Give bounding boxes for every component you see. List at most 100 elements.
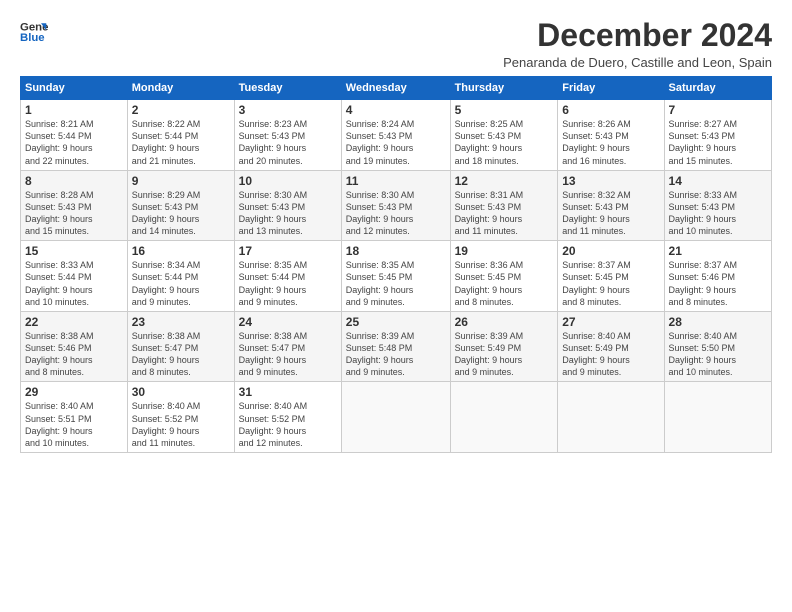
day-number: 15 [25,244,123,258]
header-wednesday: Wednesday [341,77,450,100]
table-row: 5Sunrise: 8:25 AM Sunset: 5:43 PM Daylig… [450,100,558,171]
table-row [558,382,664,453]
day-number: 7 [669,103,767,117]
day-number: 29 [25,385,123,399]
day-number: 26 [455,315,554,329]
day-info: Sunrise: 8:34 AM Sunset: 5:44 PM Dayligh… [132,259,230,308]
table-row: 4Sunrise: 8:24 AM Sunset: 5:43 PM Daylig… [341,100,450,171]
table-row: 15Sunrise: 8:33 AM Sunset: 5:44 PM Dayli… [21,241,128,312]
table-row: 20Sunrise: 8:37 AM Sunset: 5:45 PM Dayli… [558,241,664,312]
header-thursday: Thursday [450,77,558,100]
day-number: 12 [455,174,554,188]
day-info: Sunrise: 8:30 AM Sunset: 5:43 PM Dayligh… [346,189,446,238]
table-row [341,382,450,453]
day-number: 28 [669,315,767,329]
day-number: 22 [25,315,123,329]
day-number: 11 [346,174,446,188]
day-info: Sunrise: 8:23 AM Sunset: 5:43 PM Dayligh… [239,118,337,167]
day-info: Sunrise: 8:21 AM Sunset: 5:44 PM Dayligh… [25,118,123,167]
day-info: Sunrise: 8:36 AM Sunset: 5:45 PM Dayligh… [455,259,554,308]
day-info: Sunrise: 8:30 AM Sunset: 5:43 PM Dayligh… [239,189,337,238]
day-number: 9 [132,174,230,188]
day-info: Sunrise: 8:37 AM Sunset: 5:45 PM Dayligh… [562,259,659,308]
table-row: 25Sunrise: 8:39 AM Sunset: 5:48 PM Dayli… [341,311,450,382]
day-number: 6 [562,103,659,117]
table-row: 3Sunrise: 8:23 AM Sunset: 5:43 PM Daylig… [234,100,341,171]
calendar-week-row: 22Sunrise: 8:38 AM Sunset: 5:46 PM Dayli… [21,311,772,382]
day-number: 8 [25,174,123,188]
day-info: Sunrise: 8:38 AM Sunset: 5:46 PM Dayligh… [25,330,123,379]
header-friday: Friday [558,77,664,100]
table-row [450,382,558,453]
day-info: Sunrise: 8:37 AM Sunset: 5:46 PM Dayligh… [669,259,767,308]
day-number: 17 [239,244,337,258]
day-number: 27 [562,315,659,329]
table-row: 21Sunrise: 8:37 AM Sunset: 5:46 PM Dayli… [664,241,771,312]
table-row: 12Sunrise: 8:31 AM Sunset: 5:43 PM Dayli… [450,170,558,241]
day-info: Sunrise: 8:35 AM Sunset: 5:44 PM Dayligh… [239,259,337,308]
day-info: Sunrise: 8:40 AM Sunset: 5:49 PM Dayligh… [562,330,659,379]
day-info: Sunrise: 8:35 AM Sunset: 5:45 PM Dayligh… [346,259,446,308]
page-header: General Blue December 2024 Penaranda de … [20,18,772,70]
day-number: 19 [455,244,554,258]
day-info: Sunrise: 8:38 AM Sunset: 5:47 PM Dayligh… [132,330,230,379]
table-row: 9Sunrise: 8:29 AM Sunset: 5:43 PM Daylig… [127,170,234,241]
day-number: 18 [346,244,446,258]
table-row: 8Sunrise: 8:28 AM Sunset: 5:43 PM Daylig… [21,170,128,241]
day-info: Sunrise: 8:40 AM Sunset: 5:52 PM Dayligh… [239,400,337,449]
table-row: 26Sunrise: 8:39 AM Sunset: 5:49 PM Dayli… [450,311,558,382]
calendar-week-row: 8Sunrise: 8:28 AM Sunset: 5:43 PM Daylig… [21,170,772,241]
day-info: Sunrise: 8:26 AM Sunset: 5:43 PM Dayligh… [562,118,659,167]
day-number: 23 [132,315,230,329]
day-number: 31 [239,385,337,399]
day-number: 3 [239,103,337,117]
day-number: 25 [346,315,446,329]
day-info: Sunrise: 8:39 AM Sunset: 5:49 PM Dayligh… [455,330,554,379]
logo-icon: General Blue [20,18,48,46]
table-row: 22Sunrise: 8:38 AM Sunset: 5:46 PM Dayli… [21,311,128,382]
day-info: Sunrise: 8:28 AM Sunset: 5:43 PM Dayligh… [25,189,123,238]
day-info: Sunrise: 8:40 AM Sunset: 5:52 PM Dayligh… [132,400,230,449]
day-number: 21 [669,244,767,258]
table-row: 27Sunrise: 8:40 AM Sunset: 5:49 PM Dayli… [558,311,664,382]
table-row: 17Sunrise: 8:35 AM Sunset: 5:44 PM Dayli… [234,241,341,312]
day-number: 24 [239,315,337,329]
table-row: 10Sunrise: 8:30 AM Sunset: 5:43 PM Dayli… [234,170,341,241]
day-number: 4 [346,103,446,117]
day-info: Sunrise: 8:27 AM Sunset: 5:43 PM Dayligh… [669,118,767,167]
title-section: December 2024 Penaranda de Duero, Castil… [503,18,772,70]
table-row: 1Sunrise: 8:21 AM Sunset: 5:44 PM Daylig… [21,100,128,171]
day-info: Sunrise: 8:33 AM Sunset: 5:44 PM Dayligh… [25,259,123,308]
header-tuesday: Tuesday [234,77,341,100]
header-monday: Monday [127,77,234,100]
calendar-week-row: 15Sunrise: 8:33 AM Sunset: 5:44 PM Dayli… [21,241,772,312]
day-number: 16 [132,244,230,258]
day-info: Sunrise: 8:29 AM Sunset: 5:43 PM Dayligh… [132,189,230,238]
day-info: Sunrise: 8:25 AM Sunset: 5:43 PM Dayligh… [455,118,554,167]
table-row: 13Sunrise: 8:32 AM Sunset: 5:43 PM Dayli… [558,170,664,241]
table-row: 23Sunrise: 8:38 AM Sunset: 5:47 PM Dayli… [127,311,234,382]
table-row: 31Sunrise: 8:40 AM Sunset: 5:52 PM Dayli… [234,382,341,453]
table-row: 30Sunrise: 8:40 AM Sunset: 5:52 PM Dayli… [127,382,234,453]
logo: General Blue [20,18,48,46]
day-info: Sunrise: 8:33 AM Sunset: 5:43 PM Dayligh… [669,189,767,238]
day-info: Sunrise: 8:40 AM Sunset: 5:51 PM Dayligh… [25,400,123,449]
day-info: Sunrise: 8:40 AM Sunset: 5:50 PM Dayligh… [669,330,767,379]
day-info: Sunrise: 8:24 AM Sunset: 5:43 PM Dayligh… [346,118,446,167]
day-info: Sunrise: 8:31 AM Sunset: 5:43 PM Dayligh… [455,189,554,238]
table-row: 14Sunrise: 8:33 AM Sunset: 5:43 PM Dayli… [664,170,771,241]
day-number: 2 [132,103,230,117]
table-row: 7Sunrise: 8:27 AM Sunset: 5:43 PM Daylig… [664,100,771,171]
day-number: 10 [239,174,337,188]
header-saturday: Saturday [664,77,771,100]
day-info: Sunrise: 8:38 AM Sunset: 5:47 PM Dayligh… [239,330,337,379]
month-title: December 2024 [503,18,772,53]
location-subtitle: Penaranda de Duero, Castille and Leon, S… [503,55,772,70]
table-row: 11Sunrise: 8:30 AM Sunset: 5:43 PM Dayli… [341,170,450,241]
table-row: 19Sunrise: 8:36 AM Sunset: 5:45 PM Dayli… [450,241,558,312]
calendar-table: Sunday Monday Tuesday Wednesday Thursday… [20,76,772,453]
table-row: 6Sunrise: 8:26 AM Sunset: 5:43 PM Daylig… [558,100,664,171]
day-number: 13 [562,174,659,188]
table-row [664,382,771,453]
calendar-week-row: 29Sunrise: 8:40 AM Sunset: 5:51 PM Dayli… [21,382,772,453]
